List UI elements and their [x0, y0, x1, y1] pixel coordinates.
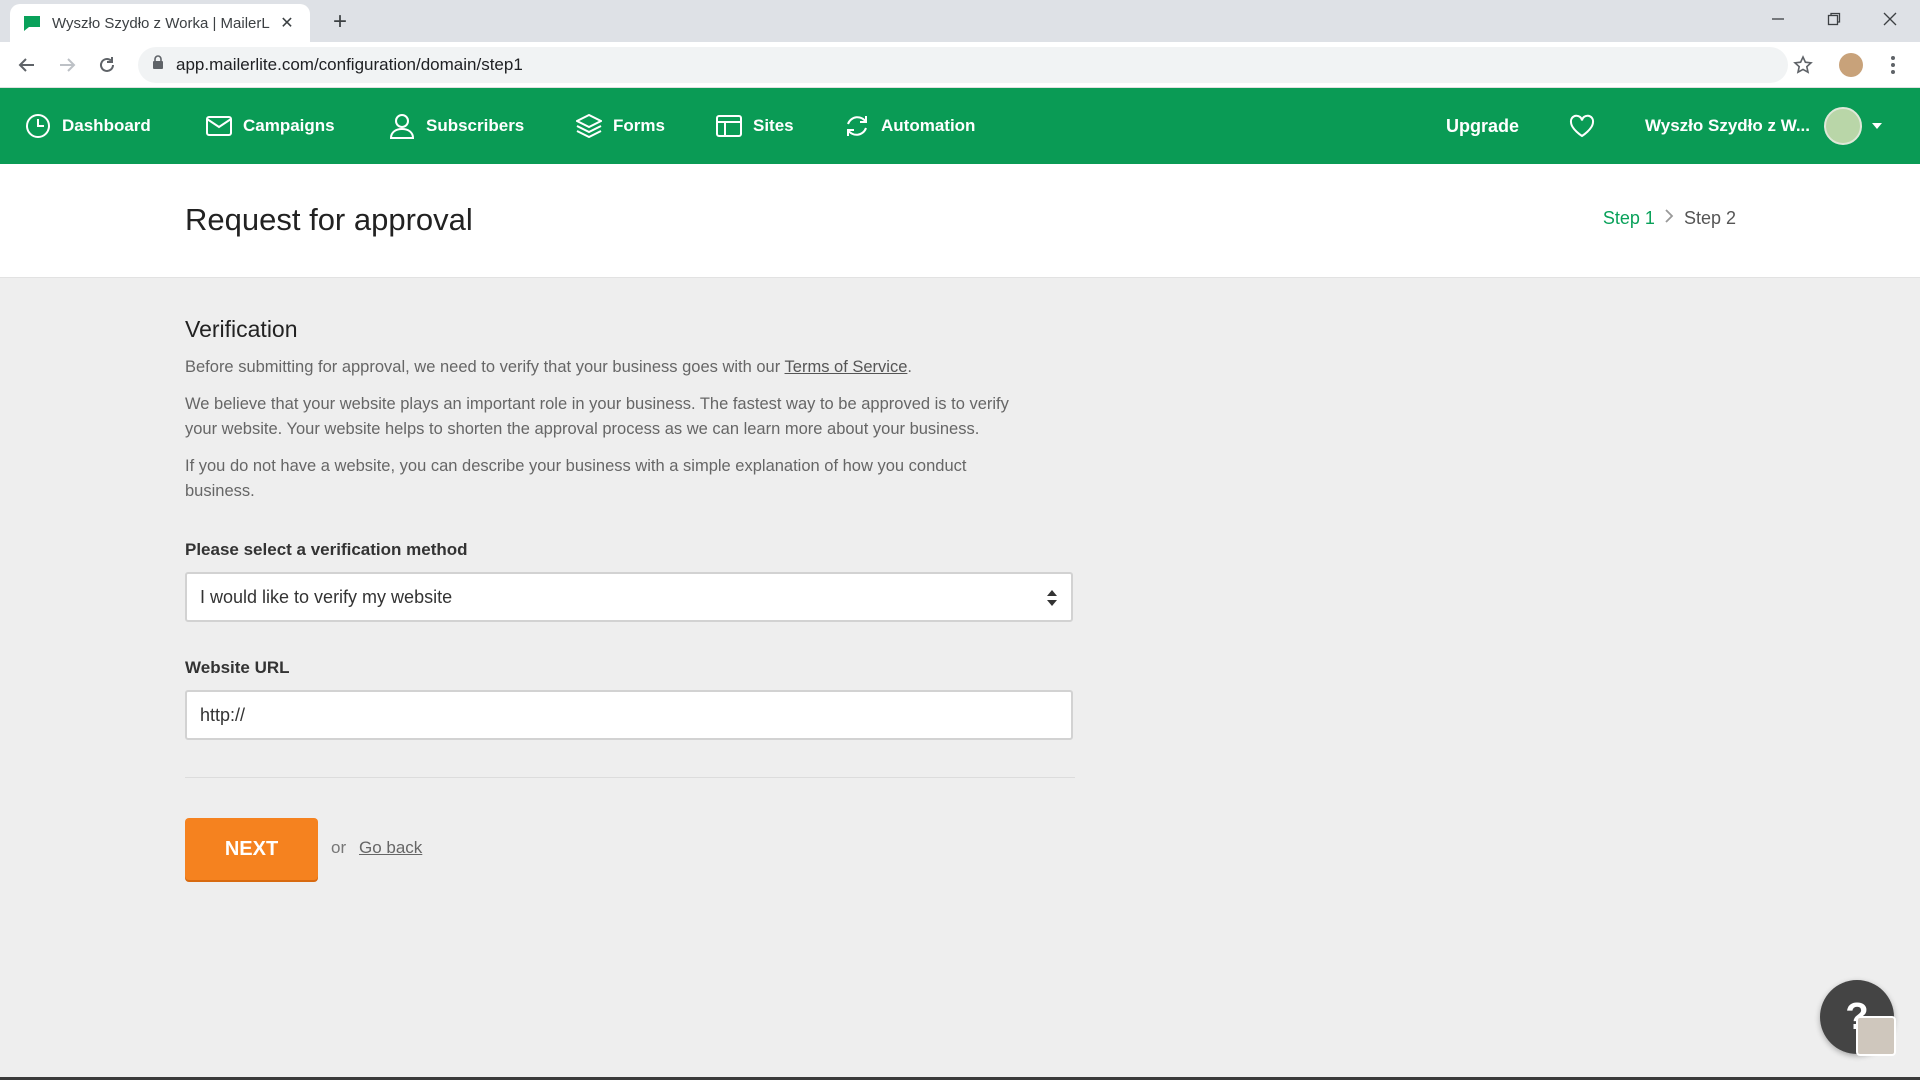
terms-of-service-link[interactable]: Terms of Service	[785, 358, 908, 376]
or-text: or	[331, 838, 347, 857]
layers-icon	[575, 112, 603, 140]
refresh-icon	[843, 112, 871, 140]
minimize-icon[interactable]	[1750, 0, 1806, 38]
app-navbar: Dashboard Campaigns Subscribers Forms Si…	[0, 88, 1920, 164]
intro-text: Before submitting for approval, we need …	[185, 358, 785, 376]
section-title: Verification	[185, 316, 298, 342]
divider	[185, 777, 1075, 778]
tab-title: Wyszło Szydło z Worka | MailerLi	[52, 14, 270, 32]
nav-subscribers-label: Subscribers	[426, 116, 525, 135]
chevron-right-icon	[1665, 209, 1674, 228]
upgrade-link[interactable]: Upgrade	[1446, 88, 1519, 164]
chevron-down-icon	[1872, 123, 1882, 129]
envelope-icon	[205, 112, 233, 140]
nav-sites-label: Sites	[753, 116, 794, 135]
mailerlite-favicon-icon	[22, 13, 42, 33]
avatar	[1824, 107, 1862, 145]
page-header: Request for approval Step 1 Step 2	[0, 164, 1920, 278]
tab-close-icon[interactable]: ✕	[276, 12, 298, 34]
browser-window-icon	[715, 112, 743, 140]
next-button[interactable]: NEXT	[185, 818, 318, 880]
nav-campaigns[interactable]: Campaigns	[205, 88, 335, 164]
go-back-link[interactable]: Go back	[359, 838, 422, 858]
nav-subscribers[interactable]: Subscribers	[388, 88, 524, 164]
account-menu[interactable]: Wyszło Szydło z W...	[1645, 88, 1882, 164]
select-value: I would like to verify my website	[200, 586, 453, 607]
browser-tab[interactable]: Wyszło Szydło z Worka | MailerLi ✕	[10, 4, 310, 42]
address-bar[interactable]: app.mailerlite.com/configuration/domain/…	[138, 47, 1788, 83]
close-window-icon[interactable]	[1862, 0, 1918, 38]
back-arrow-icon[interactable]	[12, 50, 42, 80]
method-label: Please select a verification method	[185, 540, 468, 559]
restore-icon[interactable]	[1806, 0, 1862, 38]
nav-sites[interactable]: Sites	[715, 88, 794, 164]
dashboard-icon	[24, 112, 52, 140]
browser-toolbar: app.mailerlite.com/configuration/domain/…	[0, 42, 1920, 88]
no-website-line1: If you do not have a website, you can de…	[185, 457, 967, 475]
account-name: Wyszło Szydło z W...	[1645, 116, 1810, 135]
website-paragraph: We believe that your website plays an im…	[185, 392, 1075, 442]
verification-method-select[interactable]: I would like to verify my website	[185, 572, 1073, 622]
website-url-label: Website URL	[185, 658, 290, 677]
step-2: Step 2	[1683, 208, 1736, 228]
step-breadcrumb: Step 1 Step 2	[1603, 208, 1736, 229]
browser-menu-icon[interactable]	[1878, 50, 1908, 80]
no-website-line2: business.	[185, 482, 255, 500]
heart-icon[interactable]	[1568, 112, 1596, 140]
lock-icon	[152, 55, 164, 75]
website-paragraph-line1: We believe that your website plays an im…	[185, 395, 1009, 413]
select-arrows-icon	[1045, 588, 1059, 608]
no-website-paragraph: If you do not have a website, you can de…	[185, 454, 1075, 504]
new-tab-button[interactable]: +	[326, 8, 354, 36]
website-paragraph-line2: your website. Your website helps to shor…	[185, 420, 980, 438]
website-url-input[interactable]	[185, 690, 1073, 740]
nav-automation[interactable]: Automation	[843, 88, 975, 164]
nav-forms[interactable]: Forms	[575, 88, 665, 164]
profile-avatar-icon[interactable]	[1836, 50, 1866, 80]
page-title: Request for approval	[185, 202, 473, 237]
nav-forms-label: Forms	[613, 116, 665, 135]
intro-end: .	[907, 358, 912, 376]
step-1: Step 1	[1602, 208, 1655, 228]
user-icon	[388, 112, 416, 140]
bookmark-star-icon[interactable]	[1788, 50, 1818, 80]
browser-tabstrip: Wyszło Szydło z Worka | MailerLi ✕ +	[0, 0, 1920, 42]
address-url: app.mailerlite.com/configuration/domain/…	[176, 55, 523, 74]
nav-dashboard-label: Dashboard	[62, 116, 151, 135]
nav-dashboard[interactable]: Dashboard	[24, 88, 151, 164]
nav-campaigns-label: Campaigns	[243, 116, 335, 135]
nav-automation-label: Automation	[881, 116, 976, 135]
forward-arrow-icon[interactable]	[52, 50, 82, 80]
support-agent-avatar[interactable]	[1856, 1016, 1896, 1056]
reload-icon[interactable]	[92, 50, 122, 80]
intro-paragraph: Before submitting for approval, we need …	[185, 355, 1075, 380]
